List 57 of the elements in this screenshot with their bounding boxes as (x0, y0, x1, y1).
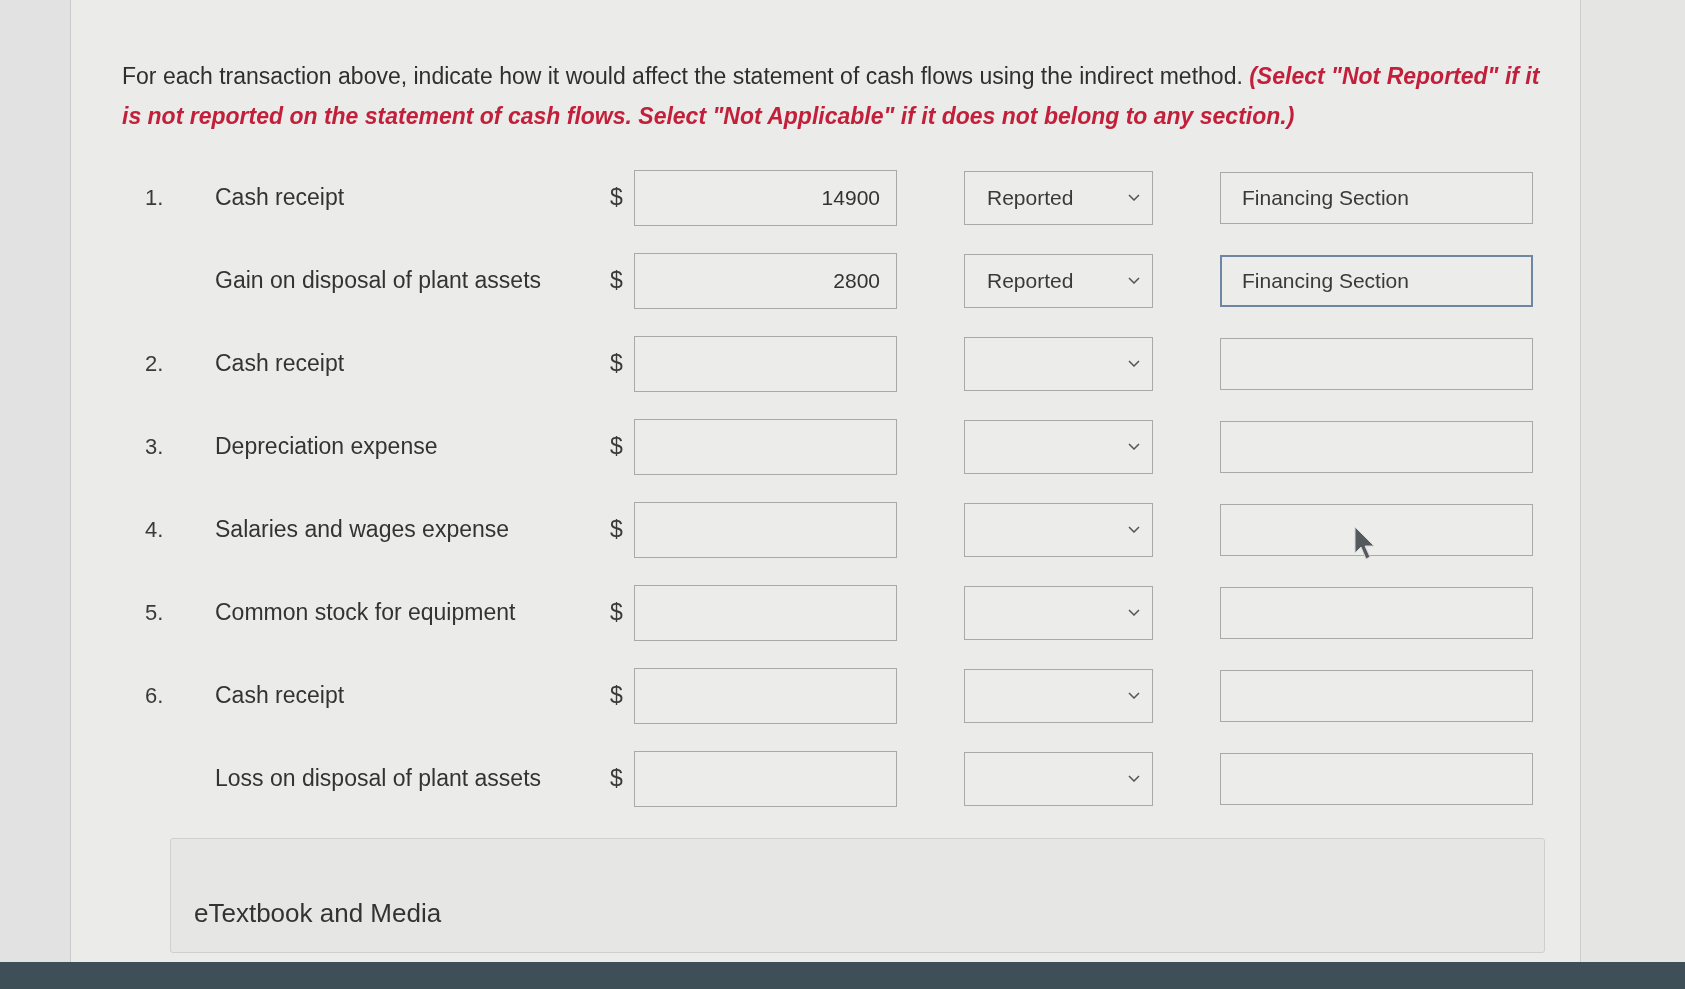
chevron-down-icon (1128, 692, 1140, 699)
section-field[interactable]: Financing Section (1220, 171, 1533, 224)
section-field[interactable] (1220, 586, 1533, 639)
item-number: 1. (145, 185, 164, 210)
chevron-down-icon (1128, 609, 1140, 616)
currency-symbol: $ (610, 516, 623, 543)
row-label: Loss on disposal of plant assets (215, 765, 542, 792)
reporting-dropdown[interactable]: Reported (964, 253, 1153, 308)
section-field[interactable] (1220, 752, 1533, 805)
row-label: Cash receipt (215, 682, 345, 709)
section-field[interactable] (1220, 337, 1533, 390)
etextbook-panel[interactable]: eTextbook and Media (170, 838, 1545, 953)
instruction-text: For each transaction above, indicate how it would affect the statement of cash flows using the indirect method. (Select "Not Reported" if it is not reported on the statement of cash flows. Select "Not Applicable" if it does not belong to any section.) (122, 62, 1541, 131)
reporting-dropdown[interactable] (964, 502, 1153, 557)
currency-symbol: $ (610, 267, 623, 294)
currency-symbol: $ (610, 682, 623, 709)
row-label: Depreciation expense (215, 433, 438, 460)
reporting-dropdown[interactable] (964, 668, 1153, 723)
cursor-icon (1354, 526, 1376, 560)
section-field[interactable]: Financing Section (1220, 254, 1533, 307)
amount-field[interactable] (634, 335, 897, 392)
amount-field[interactable] (634, 750, 897, 807)
chevron-down-icon (1128, 360, 1140, 367)
amount-field[interactable]: 14900 (634, 169, 897, 226)
currency-symbol: $ (610, 433, 623, 460)
section-field[interactable] (1220, 420, 1533, 473)
reporting-dropdown[interactable] (964, 336, 1153, 391)
reporting-dropdown[interactable] (964, 585, 1153, 640)
currency-symbol: $ (610, 350, 623, 377)
amount-field[interactable] (634, 667, 897, 724)
row-label: Salaries and wages expense (215, 516, 510, 543)
reporting-dropdown[interactable] (964, 419, 1153, 474)
chevron-down-icon (1128, 526, 1140, 533)
amount-field[interactable] (634, 584, 897, 641)
chevron-down-icon (1128, 443, 1140, 450)
item-number: 6. (145, 683, 164, 708)
item-number: 4. (145, 517, 164, 542)
item-number: 3. (145, 434, 164, 459)
chevron-down-icon (1128, 775, 1140, 782)
row-label: Gain on disposal of plant assets (215, 267, 542, 294)
reporting-dropdown[interactable] (964, 751, 1153, 806)
row-label: Common stock for equipment (215, 599, 516, 626)
item-number: 2. (145, 351, 164, 376)
amount-field[interactable] (634, 418, 897, 475)
reporting-dropdown[interactable]: Reported (964, 170, 1153, 225)
amount-field[interactable] (634, 501, 897, 558)
currency-symbol: $ (610, 765, 623, 792)
currency-symbol: $ (610, 184, 623, 211)
row-label: Cash receipt (215, 184, 345, 211)
amount-field[interactable]: 2800 (634, 252, 897, 309)
currency-symbol: $ (610, 599, 623, 626)
section-field[interactable] (1220, 503, 1533, 556)
item-number: 5. (145, 600, 164, 625)
chevron-down-icon (1128, 194, 1140, 201)
section-field[interactable] (1220, 669, 1533, 722)
chevron-down-icon (1128, 277, 1140, 284)
row-label: Cash receipt (215, 350, 345, 377)
